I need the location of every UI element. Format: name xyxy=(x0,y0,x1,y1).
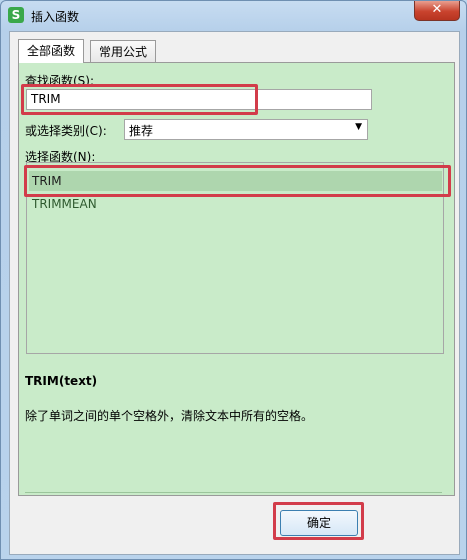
wps-spreadsheet-icon: S xyxy=(8,7,24,23)
function-description: 除了单词之间的单个空格外，清除文本中所有的空格。 xyxy=(25,409,314,423)
tab-common-formulas[interactable]: 常用公式 xyxy=(90,40,157,63)
ok-highlight-box xyxy=(273,502,364,540)
list-item-trimmean[interactable]: TRIMMEAN xyxy=(29,194,442,214)
category-selected-value: 推荐 xyxy=(129,124,154,138)
insert-function-dialog: S 插入函数 ✕ 全部函数 常用公式 查找函数(S): TRIM 或选择类别(C… xyxy=(0,0,467,560)
category-select[interactable]: 推荐 ▼ xyxy=(124,119,368,140)
tab-all-functions[interactable]: 全部函数 xyxy=(18,39,85,63)
search-highlight-box xyxy=(21,84,258,115)
close-button[interactable]: ✕ xyxy=(414,1,460,21)
dialog-client: 全部函数 常用公式 查找函数(S): TRIM 或选择类别(C): 推荐 ▼ 选… xyxy=(9,31,460,555)
close-icon: ✕ xyxy=(431,2,443,17)
function-syntax: TRIM(text) xyxy=(25,374,98,388)
category-label: 或选择类别(C): xyxy=(25,124,107,138)
divider xyxy=(25,492,442,493)
selected-function-highlight-box xyxy=(24,165,451,197)
chevron-down-icon[interactable]: ▼ xyxy=(355,122,362,132)
dialog-title: 插入函数 xyxy=(31,10,80,24)
title-bar[interactable]: S 插入函数 ✕ xyxy=(1,1,466,31)
